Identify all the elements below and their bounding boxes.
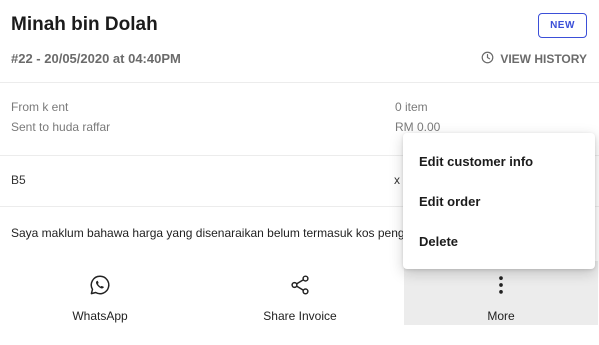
order-total: RM 0.00 <box>395 120 441 134</box>
price-disclaimer: Saya maklum bahawa harga yang disenaraik… <box>11 226 403 240</box>
view-history-label: VIEW HISTORY <box>500 52 587 66</box>
divider <box>0 82 599 83</box>
clock-icon <box>481 51 494 67</box>
from-label: From k ent <box>11 100 69 114</box>
status-badge: NEW <box>538 13 587 38</box>
share-invoice-button[interactable]: Share Invoice <box>200 261 400 325</box>
more-button[interactable]: More <box>404 261 598 325</box>
more-menu: Edit customer info Edit order Delete <box>403 133 595 269</box>
menu-item-edit-customer-info[interactable]: Edit customer info <box>403 141 595 181</box>
view-history-link[interactable]: VIEW HISTORY <box>481 51 587 67</box>
customer-name: Minah bin Dolah <box>11 14 158 35</box>
order-reference: #22 - 20/05/2020 at 04:40PM <box>11 51 181 66</box>
whatsapp-icon <box>89 274 111 296</box>
sent-to-label: Sent to huda raffar <box>11 120 111 134</box>
share-icon <box>289 274 311 296</box>
share-invoice-label: Share Invoice <box>263 309 337 323</box>
action-bar: WhatsApp Share Invoice More <box>0 261 599 325</box>
item-count: 0 item <box>395 100 428 114</box>
whatsapp-button[interactable]: WhatsApp <box>0 261 200 325</box>
whatsapp-label: WhatsApp <box>72 309 128 323</box>
item-code: B5 <box>11 173 26 187</box>
card-footer <box>0 325 599 345</box>
menu-item-edit-order[interactable]: Edit order <box>403 181 595 221</box>
item-quantity: x <box>394 173 400 187</box>
menu-item-delete[interactable]: Delete <box>403 221 595 261</box>
more-vertical-icon <box>490 274 512 296</box>
order-card: Minah bin Dolah NEW #22 - 20/05/2020 at … <box>0 0 599 345</box>
more-label: More <box>487 309 515 323</box>
